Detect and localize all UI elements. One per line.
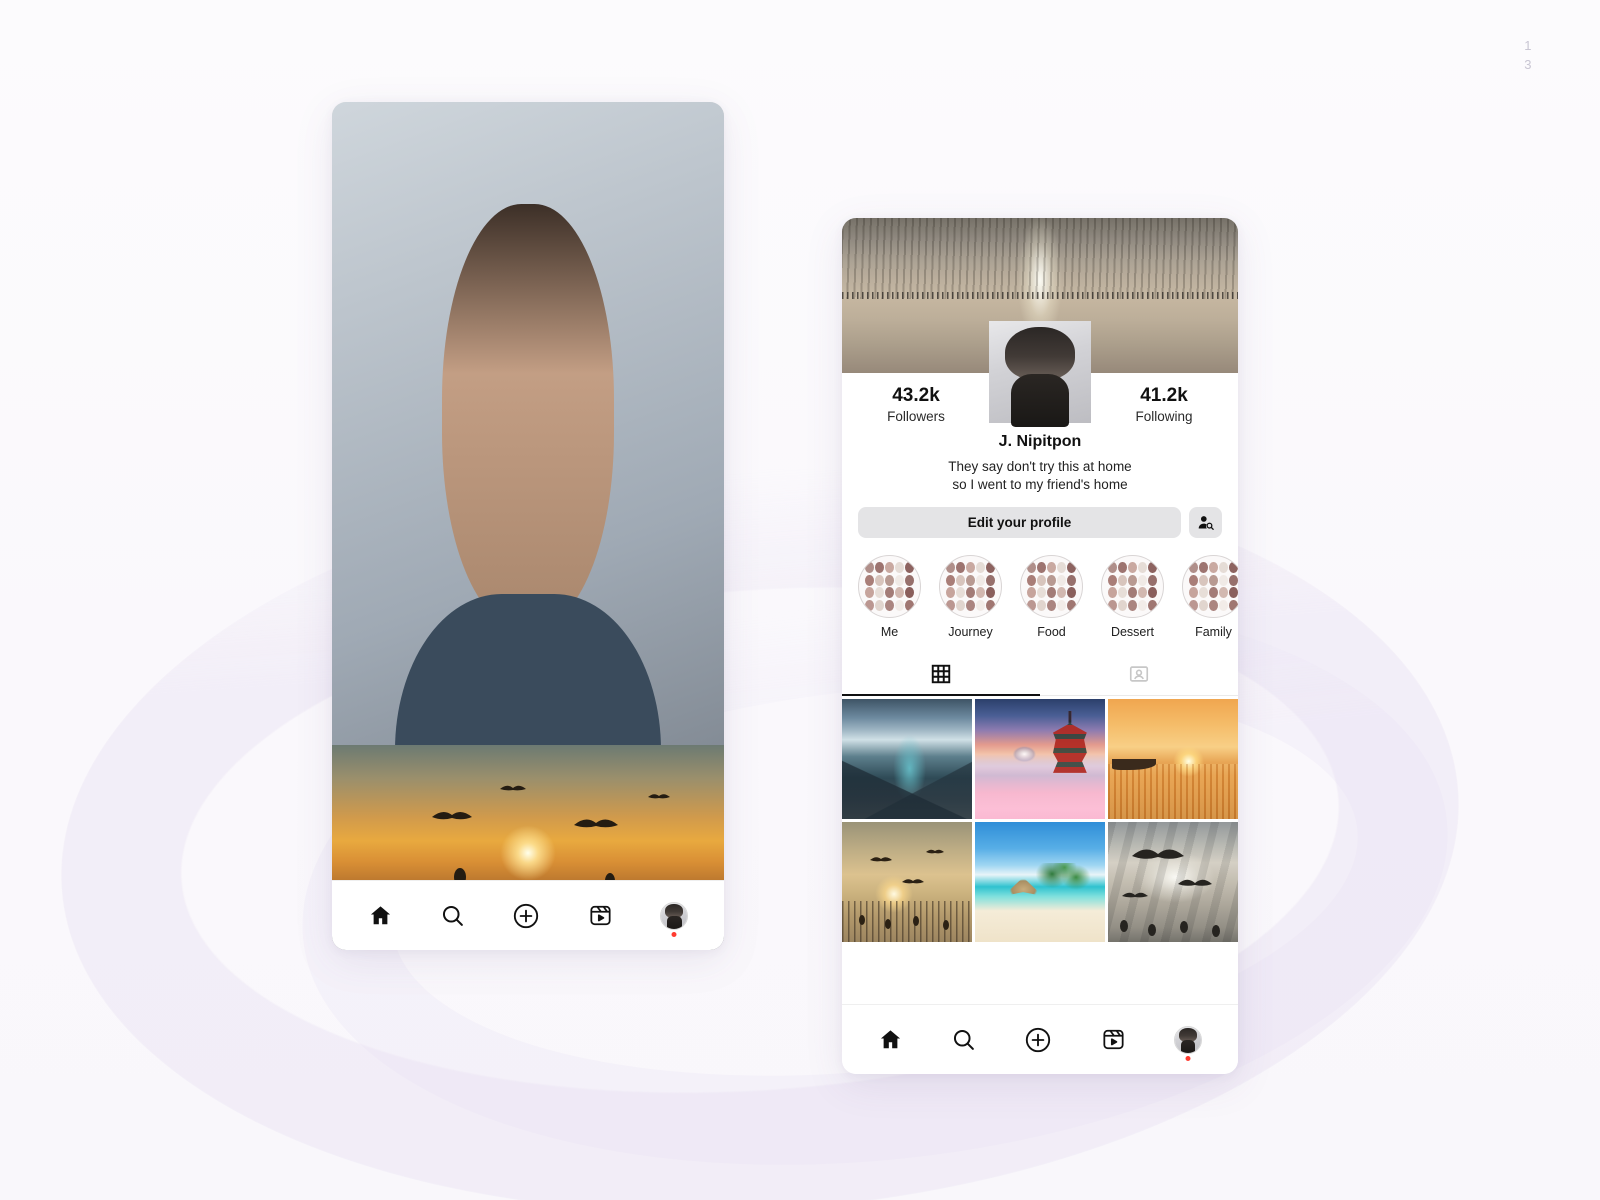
followers-stat[interactable]: 43.2k Followers <box>868 385 964 424</box>
highlight-label: Food <box>1037 625 1066 639</box>
highlight-item[interactable]: Food <box>1020 555 1083 639</box>
reels-icon[interactable] <box>588 903 613 928</box>
grid-photo[interactable] <box>975 822 1105 942</box>
following-stat[interactable]: 41.2k Following <box>1116 385 1212 424</box>
story-highlights[interactable]: Me Journey Food Dessert Family <box>842 542 1238 639</box>
add-post-icon[interactable] <box>1024 1026 1052 1054</box>
profile-avatar[interactable] <box>660 901 689 937</box>
feed-post: mosy Bankok Thailand <box>332 102 724 950</box>
add-post-icon[interactable] <box>512 902 540 930</box>
highlight-label: Dessert <box>1110 625 1155 639</box>
grid-photo[interactable] <box>1108 822 1238 942</box>
tab-tagged[interactable] <box>1040 653 1238 695</box>
grid-photo[interactable] <box>1108 699 1238 819</box>
profile-avatar[interactable] <box>989 321 1091 428</box>
notification-dot <box>671 931 677 937</box>
post-header: mosy Bankok Thailand <box>332 102 724 950</box>
profile-header: 43.2k Followers 41.2k Following J. Nipit… <box>842 321 1238 542</box>
highlight-cover <box>1101 555 1164 618</box>
highlight-item[interactable]: Dessert <box>1101 555 1164 639</box>
edit-profile-button[interactable]: Edit your profile <box>858 507 1181 538</box>
highlight-item[interactable]: Me <box>858 555 921 639</box>
home-icon[interactable] <box>368 903 393 928</box>
profile-display-name: J. Nipitpon <box>998 433 1082 450</box>
corner-number-2: 3 <box>1524 57 1532 72</box>
grid-photo[interactable] <box>975 699 1105 819</box>
notification-dot <box>1185 1055 1191 1061</box>
profile-tabs <box>842 653 1238 696</box>
highlight-label: Me <box>880 625 899 639</box>
feed-bottom-nav <box>332 880 724 950</box>
reels-icon[interactable] <box>1101 1027 1126 1052</box>
highlight-cover <box>1182 555 1238 618</box>
highlight-cover <box>939 555 1002 618</box>
phone-profile-screen: 43.2k Followers 41.2k Following J. Nipit… <box>842 218 1238 1074</box>
profile-avatar[interactable] <box>1173 1025 1202 1061</box>
bio-line-1: They say don't try this at home <box>948 459 1132 474</box>
profile-bottom-nav <box>842 1004 1238 1074</box>
following-label: Following <box>1135 409 1193 424</box>
grid-photo[interactable] <box>842 699 972 819</box>
search-icon[interactable] <box>951 1027 976 1052</box>
search-icon[interactable] <box>440 903 465 928</box>
highlight-item[interactable]: Journey <box>939 555 1002 639</box>
background-swirl-outer <box>35 422 1485 1200</box>
followers-count: 43.2k <box>892 385 940 406</box>
bio-line-2: so I went to my friend's home <box>952 477 1128 492</box>
highlight-cover <box>858 555 921 618</box>
profile-action-row: Edit your profile <box>842 494 1238 538</box>
corner-page-number: 1 3 <box>1524 36 1532 74</box>
page-canvas: 1 3 Instagram <box>0 0 1600 1200</box>
home-icon[interactable] <box>878 1027 903 1052</box>
person-search-icon[interactable] <box>1189 507 1222 538</box>
phone-feed-screen: Instagram <box>332 102 724 950</box>
profile-photo-grid <box>842 696 1238 942</box>
highlight-label: Journey <box>948 625 993 639</box>
grid-photo[interactable] <box>842 822 972 942</box>
followers-label: Followers <box>887 409 945 424</box>
highlight-label: Family <box>1195 625 1232 639</box>
post-author-avatar[interactable] <box>332 102 724 950</box>
profile-bio: They say don't try this at home so I wen… <box>842 458 1238 494</box>
corner-number-1: 1 <box>1524 38 1532 53</box>
highlight-cover <box>1020 555 1083 618</box>
highlight-item[interactable]: Family <box>1182 555 1238 639</box>
following-count: 41.2k <box>1140 385 1188 406</box>
post-image[interactable] <box>332 745 724 895</box>
tab-grid[interactable] <box>842 653 1040 696</box>
